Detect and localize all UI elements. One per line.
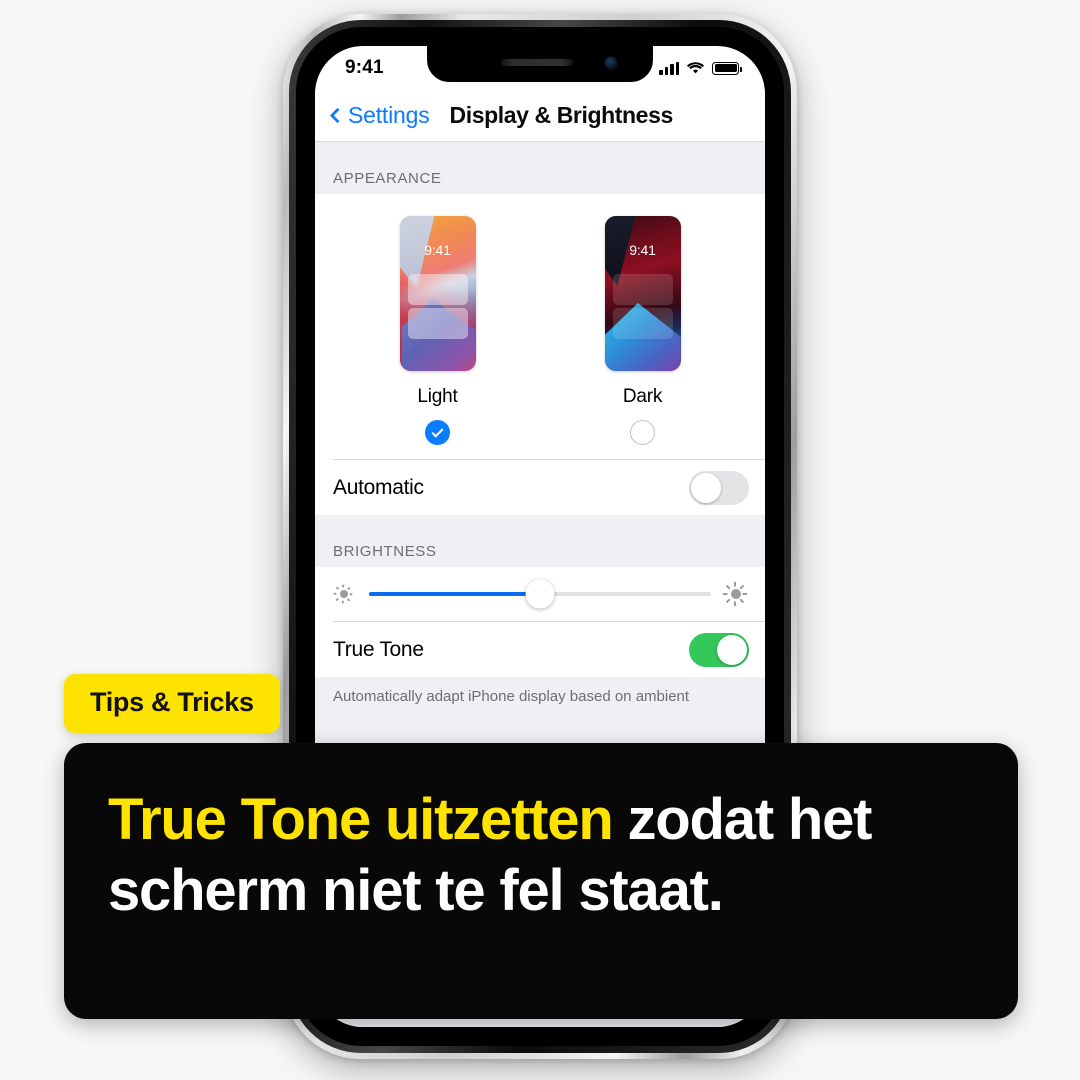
preview-time-dark: 9:41: [629, 242, 656, 258]
back-button-label: Settings: [348, 102, 430, 128]
earpiece-speaker-icon: [501, 59, 574, 66]
row-automatic[interactable]: Automatic: [315, 460, 765, 515]
appearance-options: 9:41 Light 9:41 Dark: [315, 194, 765, 459]
caption-text: True Tone uitzetten zodat het scherm nie…: [108, 785, 974, 927]
caption-overlay: True Tone uitzetten zodat het scherm nie…: [64, 743, 1018, 1019]
section-header-brightness: BRIGHTNESS: [315, 515, 765, 567]
automatic-toggle[interactable]: [689, 470, 749, 505]
preview-notification-card: [612, 308, 673, 339]
brightness-slider-fill: [369, 592, 540, 596]
navigation-bar: Settings Display & Brightness: [315, 90, 765, 142]
front-camera-icon: [605, 57, 617, 69]
toggle-knob: [717, 634, 747, 665]
tips-and-tricks-badge: Tips & Tricks: [64, 674, 280, 733]
sun-low-icon: [333, 583, 355, 605]
battery-icon: [712, 61, 742, 75]
brightness-slider[interactable]: [369, 579, 711, 609]
appearance-option-dark[interactable]: 9:41 Dark: [604, 216, 681, 445]
appearance-option-light[interactable]: 9:41 Light: [399, 216, 476, 445]
radio-dark-unselected[interactable]: [630, 420, 655, 445]
appearance-label-dark: Dark: [622, 386, 663, 407]
preview-notification-card: [407, 274, 468, 305]
caption-highlight: True Tone uitzetten: [108, 787, 614, 852]
appearance-label-light: Light: [417, 386, 458, 407]
row-label-true-tone: True Tone: [333, 637, 424, 661]
row-label-automatic: Automatic: [333, 475, 424, 499]
screenshot-stage: 9:41 Settings Display & Brightness APPEA…: [0, 0, 1080, 1080]
status-bar-icons: [659, 61, 742, 75]
true-tone-toggle[interactable]: [689, 632, 749, 667]
brightness-card: True Tone: [315, 567, 765, 677]
row-true-tone[interactable]: True Tone: [315, 622, 765, 677]
wifi-icon: [686, 62, 705, 74]
checkmark-icon: [431, 425, 444, 438]
page-title: Display & Brightness: [449, 102, 674, 128]
toggle-knob: [691, 472, 721, 503]
cellular-signal-icon: [659, 61, 679, 75]
radio-light-selected[interactable]: [425, 420, 450, 445]
true-tone-description: Automatically adapt iPhone display based…: [315, 677, 765, 708]
notch: [427, 46, 653, 82]
preview-time-light: 9:41: [424, 242, 451, 258]
chevron-left-icon: [329, 107, 346, 124]
brightness-slider-row[interactable]: [315, 567, 765, 621]
preview-notification-card: [407, 308, 468, 339]
preview-notification-card: [612, 274, 673, 305]
appearance-card: 9:41 Light 9:41 Dark Automatic: [315, 194, 765, 515]
section-header-appearance: APPEARANCE: [315, 142, 765, 194]
brightness-slider-thumb[interactable]: [525, 579, 555, 609]
back-button[interactable]: Settings: [329, 102, 430, 129]
light-wallpaper-preview[interactable]: 9:41: [399, 216, 476, 371]
sun-high-icon: [722, 581, 748, 607]
dark-wallpaper-preview[interactable]: 9:41: [604, 216, 681, 371]
status-bar-time: 9:41: [345, 57, 384, 78]
